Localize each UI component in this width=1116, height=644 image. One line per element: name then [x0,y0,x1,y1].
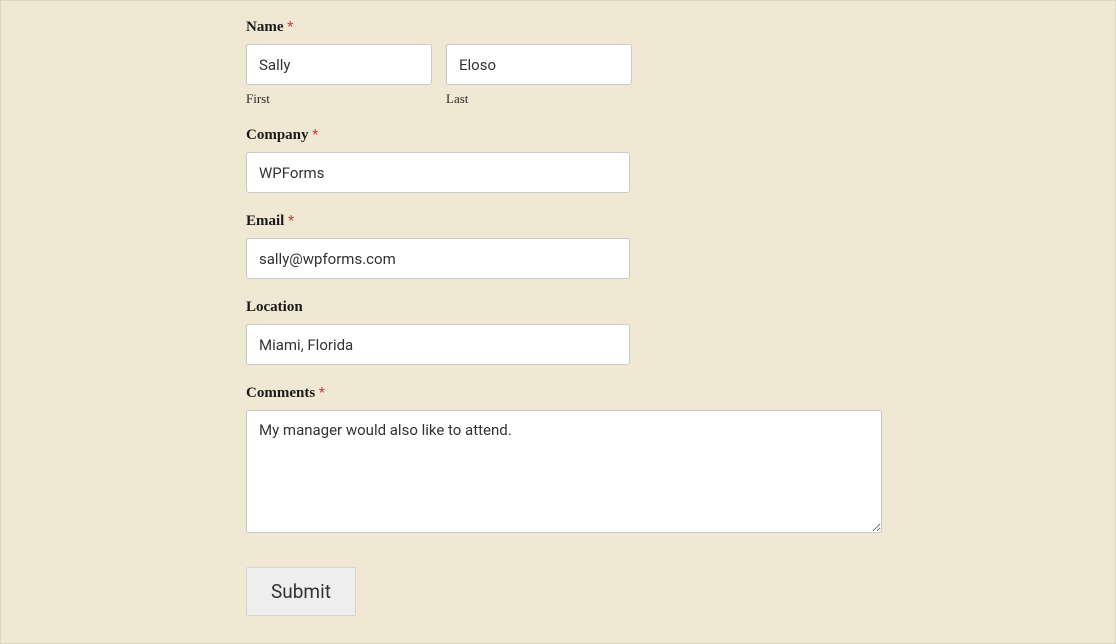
email-field: Email * [246,213,880,279]
email-required-mark: * [288,213,294,229]
comments-field: Comments * [246,385,880,537]
first-name-sublabel: First [246,91,432,107]
comments-required-mark: * [319,385,325,401]
comments-label-text: Comments [246,385,315,401]
last-name-input[interactable] [446,44,632,85]
company-field: Company * [246,127,880,193]
company-label: Company * [246,127,880,144]
company-input[interactable] [246,152,630,193]
company-label-text: Company [246,127,309,143]
last-name-col: Last [446,44,632,107]
email-input[interactable] [246,238,630,279]
name-row: First Last [246,44,880,107]
first-name-input[interactable] [246,44,432,85]
name-label: Name * [246,19,880,36]
company-required-mark: * [312,127,318,143]
first-name-col: First [246,44,432,107]
email-label: Email * [246,213,880,230]
location-field: Location [246,299,880,365]
name-label-text: Name [246,19,284,35]
last-name-sublabel: Last [446,91,632,107]
name-field: Name * First Last [246,19,880,107]
comments-textarea[interactable] [246,410,882,533]
location-input[interactable] [246,324,630,365]
location-label: Location [246,299,880,316]
location-label-text: Location [246,299,303,315]
submit-button[interactable]: Submit [246,567,356,616]
email-label-text: Email [246,213,284,229]
comments-label: Comments * [246,385,880,402]
name-required-mark: * [287,19,293,35]
form-container: Name * First Last Company * Email * [0,0,1116,644]
